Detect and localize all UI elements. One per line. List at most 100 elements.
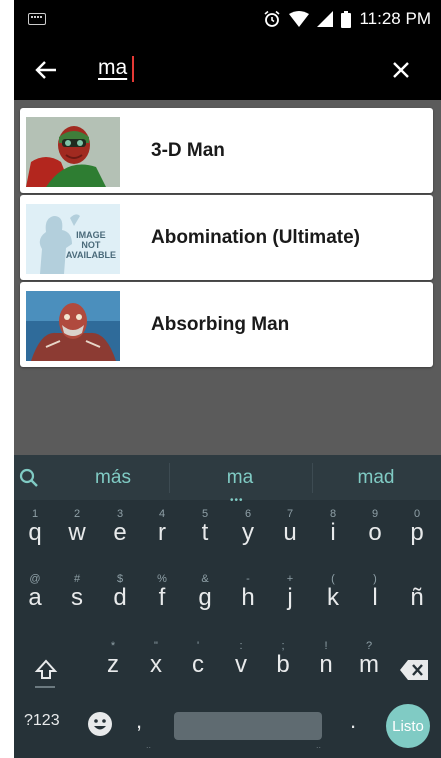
shift-indicator [35, 686, 55, 688]
result-item-abomination-ultimate[interactable]: IMAGE NOT AVAILABLE Abomination (Ultimat… [20, 195, 433, 280]
key-o[interactable]: 9o [354, 505, 396, 559]
key-u[interactable]: 7u [269, 505, 311, 559]
key-label: v [235, 651, 247, 678]
key-label: j [287, 584, 293, 611]
close-icon [393, 62, 409, 78]
key-g[interactable]: & g [184, 570, 226, 624]
key-label: s [71, 584, 83, 611]
key-hint: 9 [371, 508, 379, 520]
space-bar[interactable] [174, 712, 322, 740]
key-f[interactable]: % f [141, 570, 183, 624]
not-available-text-2: NOT [81, 240, 101, 250]
symbols-key[interactable]: ?123 [24, 712, 60, 742]
result-item-3d-man[interactable]: 3-D Man [20, 108, 433, 193]
key-q[interactable]: 1q [14, 505, 56, 559]
key-label: m [359, 651, 379, 678]
key-label: c [192, 651, 204, 678]
shift-key[interactable] [26, 650, 66, 690]
key-p[interactable]: 0p [396, 505, 438, 559]
key-label: g [198, 584, 212, 611]
key-hint: + [286, 573, 294, 585]
key-n[interactable]: ! n [305, 637, 347, 691]
key-hint: 3 [116, 508, 124, 520]
emoji-key[interactable] [86, 710, 116, 740]
search-results-list: 3-D Man IMAGE NOT AVAILABLE Abomination … [20, 108, 433, 369]
suggestion-1[interactable]: más [58, 455, 168, 500]
search-icon[interactable] [18, 467, 40, 489]
key-label: i [330, 519, 336, 546]
key-c[interactable]: ' c [177, 637, 219, 691]
key-j[interactable]: + j [269, 570, 311, 624]
key-a[interactable]: @ a [14, 570, 56, 624]
key-x[interactable]: " x [135, 637, 177, 691]
absorbing-man-thumbnail [26, 291, 120, 361]
key-label: x [150, 651, 162, 678]
key-v[interactable]: :v [220, 637, 262, 691]
status-bar: 11:28 PM [14, 0, 441, 40]
key-m[interactable]: ? m [348, 637, 390, 691]
key-t[interactable]: 5t [184, 505, 226, 559]
key-label: r [158, 519, 166, 546]
key-i[interactable]: 8i [312, 505, 354, 559]
alarm-icon [264, 10, 280, 27]
key-hint: % [157, 573, 167, 585]
key-hint: 5 [201, 508, 209, 520]
key-label: b [276, 651, 290, 678]
text-cursor [132, 56, 134, 82]
back-button[interactable] [26, 52, 66, 88]
key-label: n [319, 651, 333, 678]
result-item-absorbing-man[interactable]: Absorbing Man [20, 282, 433, 367]
period-hint-dots: .. [316, 740, 322, 750]
result-name: Absorbing Man [151, 313, 290, 335]
key-w[interactable]: 2w [56, 505, 98, 559]
arrow-back-icon [35, 61, 56, 79]
key-y[interactable]: 6y [227, 505, 269, 559]
battery-icon [341, 10, 352, 28]
search-input[interactable]: ma [98, 56, 127, 84]
key-label: f [158, 584, 166, 611]
suggestion-3[interactable]: mad [313, 455, 439, 500]
key-z[interactable]: * z [92, 637, 134, 691]
key-hint: * [110, 640, 116, 652]
key-hint: 1 [31, 508, 39, 520]
search-app-bar: ma [14, 40, 441, 100]
clear-search-button[interactable] [383, 52, 419, 88]
comma-key[interactable]: , [136, 708, 142, 734]
key-hint: ' [196, 640, 200, 652]
done-key[interactable]: Listo [386, 704, 430, 748]
result-name: 3-D Man [151, 139, 225, 161]
key-hint: & [201, 573, 209, 585]
key-b[interactable]: ; b [262, 637, 304, 691]
keyboard-notification-icon [28, 13, 46, 25]
key-l[interactable]: ) l [354, 570, 396, 624]
cell-signal-icon [317, 11, 334, 27]
key-h[interactable]: -h [227, 570, 269, 624]
smiley-icon [88, 712, 112, 736]
key-hint: $ [116, 573, 124, 585]
result-name: Abomination (Ultimate) [151, 226, 360, 248]
suggestion-2[interactable]: ma [170, 455, 310, 500]
key-hint: 8 [329, 508, 337, 520]
key-label: h [241, 584, 255, 611]
period-key[interactable]: . [350, 708, 356, 734]
backspace-key[interactable] [394, 650, 434, 690]
key-r[interactable]: 4r [141, 505, 183, 559]
not-available-text-1: IMAGE [76, 230, 106, 240]
key-label: z [107, 651, 119, 678]
key-hint: ! [324, 640, 328, 652]
key-label: k [327, 584, 339, 611]
wifi-icon [289, 11, 310, 27]
key-hint: ; [281, 640, 285, 652]
key-e[interactable]: 3e [99, 505, 141, 559]
key-n-tilde[interactable]: ñ [396, 570, 438, 624]
key-hint: : [239, 640, 243, 652]
key-label: p [410, 519, 424, 546]
status-time: 11:28 PM [359, 9, 431, 28]
key-label: e [113, 519, 127, 546]
suggestion-strip: más ma mad ••• [14, 455, 441, 506]
key-d[interactable]: $ d [99, 570, 141, 624]
key-s[interactable]: # s [56, 570, 98, 624]
not-available-text-3: AVAILABLE [65, 250, 116, 260]
key-label: w [68, 519, 86, 546]
key-k[interactable]: (k [312, 570, 354, 624]
